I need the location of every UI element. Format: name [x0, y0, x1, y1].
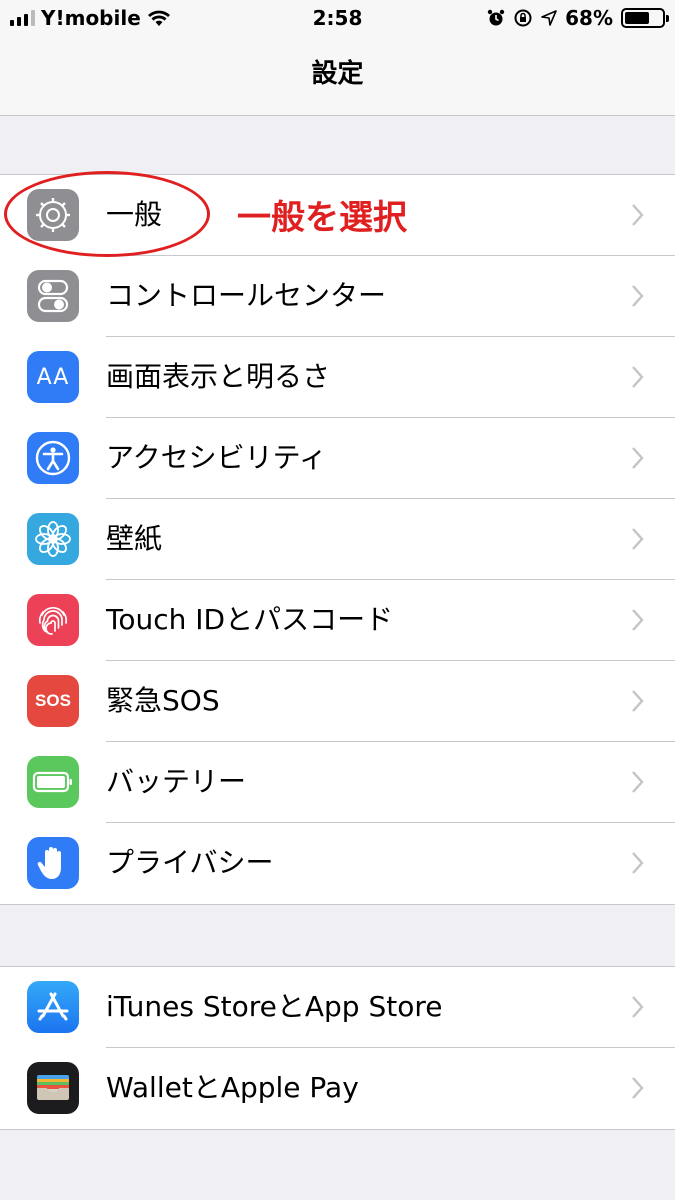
settings-row-label: プライバシー: [106, 846, 274, 879]
text-size-icon: AA: [27, 351, 79, 403]
rotation-lock-icon: [514, 9, 532, 27]
settings-group-main: 一般 コントロールセンター AA 画面表示と明るさ アクセシビリティ 壁紙 To…: [0, 174, 675, 905]
chevron-right-icon: [632, 285, 644, 307]
hand-icon: [27, 837, 79, 889]
settings-row-label: バッテリー: [106, 765, 247, 798]
settings-row-label: WalletとApple Pay: [106, 1071, 359, 1104]
status-bar: Y!mobile 2:58 68%: [0, 0, 675, 36]
fingerprint-icon: [27, 594, 79, 646]
settings-row-label: 緊急SOS: [106, 684, 220, 717]
chevron-right-icon: [632, 690, 644, 712]
settings-row-label: Touch IDとパスコード: [106, 603, 394, 636]
settings-row-touch-id-passcode[interactable]: Touch IDとパスコード: [0, 580, 675, 661]
battery-icon: [27, 756, 79, 808]
chevron-right-icon: [632, 204, 644, 226]
chevron-right-icon: [632, 366, 644, 388]
settings-row-privacy[interactable]: プライバシー: [0, 823, 675, 904]
settings-group-store: iTunes StoreとApp Store WalletとApple Pay: [0, 966, 675, 1130]
chevron-right-icon: [632, 1077, 644, 1099]
nav-bar: 設定: [0, 36, 675, 116]
chevron-right-icon: [632, 852, 644, 874]
sos-icon: SOS: [27, 675, 79, 727]
settings-row-emergency-sos[interactable]: SOS 緊急SOS: [0, 661, 675, 742]
battery-icon: [621, 8, 669, 28]
status-right: 68%: [487, 6, 669, 30]
settings-row-label: iTunes StoreとApp Store: [106, 990, 443, 1023]
settings-row-label: コントロールセンター: [106, 279, 387, 312]
chevron-right-icon: [632, 528, 644, 550]
chevron-right-icon: [632, 996, 644, 1018]
wallet-icon: [27, 1062, 79, 1114]
settings-row-label: 画面表示と明るさ: [106, 360, 331, 393]
text-size-glyph: AA: [36, 364, 70, 390]
chevron-right-icon: [632, 447, 644, 469]
sos-glyph: SOS: [35, 691, 71, 710]
settings-row-label: 壁紙: [106, 522, 163, 555]
chevron-right-icon: [632, 609, 644, 631]
settings-row-control-center[interactable]: コントロールセンター: [0, 256, 675, 337]
settings-row-battery[interactable]: バッテリー: [0, 742, 675, 823]
battery-percent: 68%: [565, 6, 613, 30]
accessibility-icon: [27, 432, 79, 484]
settings-row-label: アクセシビリティ: [106, 441, 327, 474]
annotation-label: 一般を選択: [237, 198, 407, 238]
toggles-icon: [27, 270, 79, 322]
settings-row-itunes-app-store[interactable]: iTunes StoreとApp Store: [0, 967, 675, 1048]
settings-row-accessibility[interactable]: アクセシビリティ: [0, 418, 675, 499]
page-title: 設定: [311, 59, 364, 89]
settings-row-display-brightness[interactable]: AA 画面表示と明るさ: [0, 337, 675, 418]
settings-row-wallpaper[interactable]: 壁紙: [0, 499, 675, 580]
flower-icon: [27, 513, 79, 565]
chevron-right-icon: [632, 771, 644, 793]
app-store-icon: [27, 981, 79, 1033]
annotation-highlight-ellipse: [4, 171, 210, 257]
location-arrow-icon: [541, 10, 557, 26]
alarm-icon: [487, 9, 505, 26]
settings-row-wallet-apple-pay[interactable]: WalletとApple Pay: [0, 1048, 675, 1129]
